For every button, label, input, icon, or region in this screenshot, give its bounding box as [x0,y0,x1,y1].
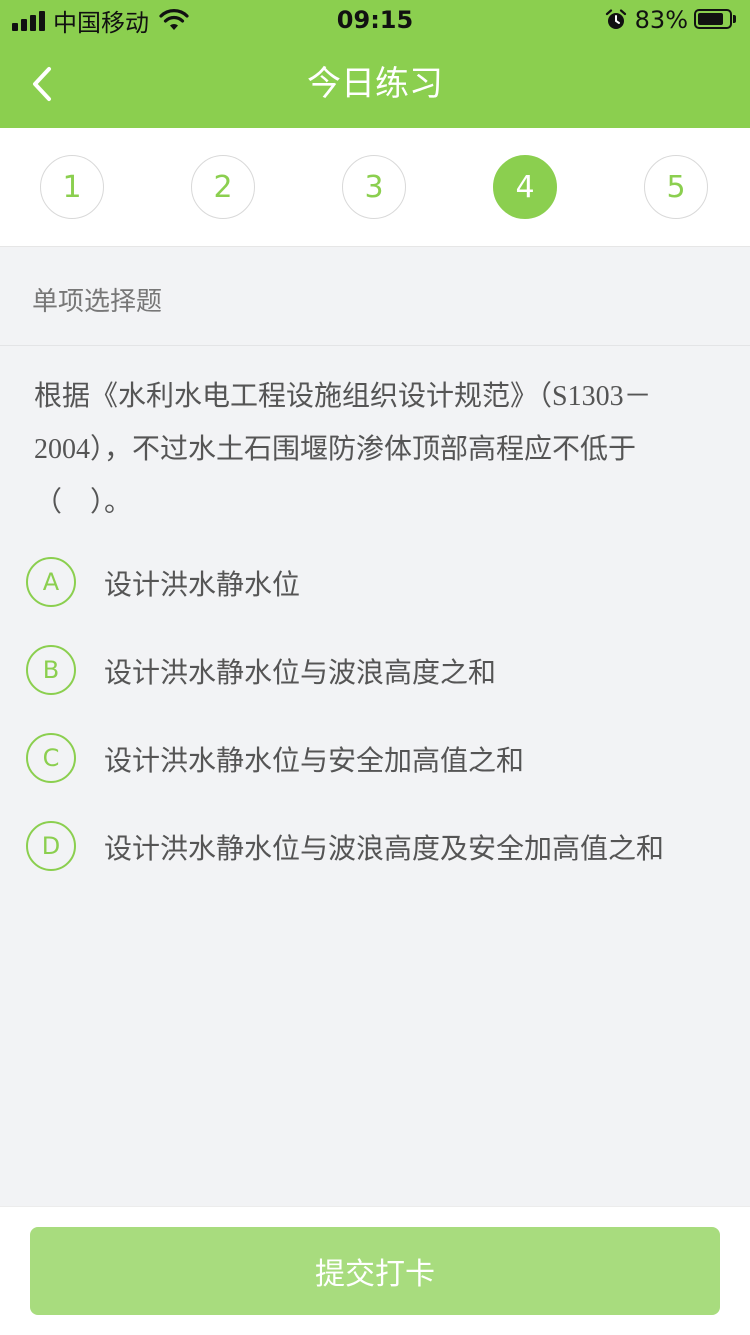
option-d-letter: D [26,821,76,871]
option-d-text: 设计洪水静水位与波浪高度及安全加高值之和 [104,832,665,865]
option-d[interactable]: D 设计洪水静水位与波浪高度及安全加高值之和 [26,821,726,873]
question-number-4-active[interactable]: 4 [493,155,557,219]
question-number-2[interactable]: 2 [191,155,255,219]
question-text: 根据《水利水电工程设施组织设计规范》（S1303－2004），不过水土石围堰防渗… [34,381,652,518]
option-c-letter: C [26,733,76,783]
option-a[interactable]: A 设计洪水静水位 [26,557,726,609]
nav-bar: 今日练习 [0,40,750,128]
battery-percent: 83% [634,6,688,34]
question-number-5[interactable]: 5 [644,155,708,219]
question-number-tabs: 1 2 3 4 5 [0,128,750,247]
status-right: 83% [605,6,738,34]
option-c[interactable]: C 设计洪水静水位与安全加高值之和 [26,733,726,785]
option-a-text: 设计洪水静水位 [104,568,301,601]
alarm-clock-icon [605,9,626,29]
question-type-bar: 单项选择题 [0,247,750,346]
submit-checkin-button[interactable]: 提交打卡 [30,1227,720,1315]
option-b[interactable]: B 设计洪水静水位与波浪高度之和 [26,645,726,697]
header: 中国移动 09:15 83% 今日练习 [0,0,750,128]
option-b-letter: B [26,645,76,695]
battery-icon [694,9,738,31]
status-bar: 中国移动 09:15 83% [0,0,750,40]
question-type-label: 单项选择题 [32,287,163,317]
question-number-3[interactable]: 3 [342,155,406,219]
option-a-letter: A [26,557,76,607]
footer: 提交打卡 [0,1206,750,1335]
page-title: 今日练习 [307,64,443,104]
option-b-text: 设计洪水静水位与波浪高度之和 [104,656,497,689]
question-number-1[interactable]: 1 [40,155,104,219]
option-c-text: 设计洪水静水位与安全加高值之和 [104,744,525,777]
